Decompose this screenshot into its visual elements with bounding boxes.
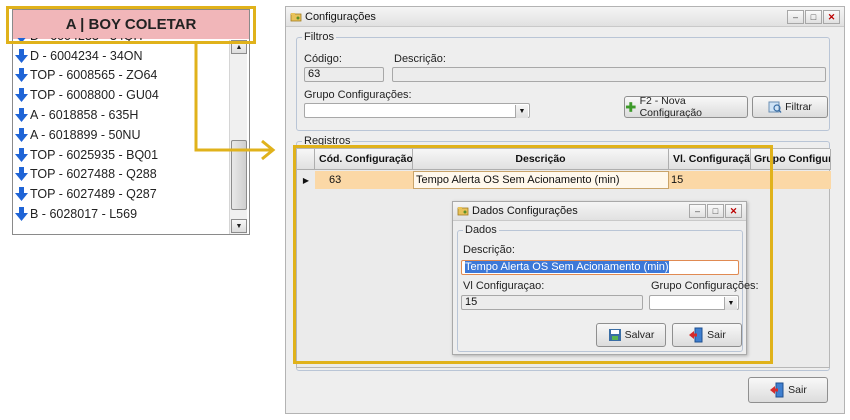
scroll-thumb[interactable] <box>231 140 247 210</box>
description-label: Descrição: <box>394 53 446 65</box>
exit-button[interactable]: Sair <box>748 377 828 403</box>
list-item[interactable]: B - 6028017 - L569 <box>15 204 229 224</box>
title-highlight-box <box>6 6 256 44</box>
down-arrow-icon <box>15 48 28 63</box>
new-config-button[interactable]: F2 - Nova Configuração <box>624 95 748 119</box>
list-item[interactable]: A - 6018858 - 635H <box>15 105 229 125</box>
records-highlight-box <box>293 145 773 364</box>
list-item[interactable]: D - 6004234 - 34ON <box>15 46 229 66</box>
window-titlebar: Configurações – □ ✕ <box>286 7 844 27</box>
filter-icon <box>768 101 782 113</box>
filters-legend: Filtros <box>304 31 334 43</box>
scroll-down-button[interactable]: ▼ <box>231 219 247 233</box>
add-icon <box>625 102 636 112</box>
list-item[interactable]: TOP - 6027488 - Q288 <box>15 165 229 185</box>
new-config-label: F2 - Nova Configuração <box>639 95 703 119</box>
chevron-down-icon[interactable]: ▼ <box>515 105 528 118</box>
list-item-label: A - 6018899 - 50NU <box>30 127 141 142</box>
code-label: Código: <box>304 53 342 65</box>
list-item[interactable]: TOP - 6008565 - ZO64 <box>15 66 229 86</box>
down-arrow-icon <box>15 207 28 222</box>
list-item-label: TOP - 6008800 - GU04 <box>30 88 159 103</box>
group-config-label: Grupo Configurações: <box>304 89 412 101</box>
close-button[interactable]: ✕ <box>823 10 840 24</box>
list-item-label: TOP - 6008565 - ZO64 <box>30 68 158 83</box>
down-arrow-icon <box>15 167 28 182</box>
list-item-label: TOP - 6025935 - BQ01 <box>30 147 159 162</box>
exit-label: Sair <box>788 384 807 396</box>
list-item[interactable]: TOP - 6008800 - GU04 <box>15 85 229 105</box>
list-item[interactable]: A - 6018899 - 50NU <box>15 125 229 145</box>
list-item[interactable]: TOP - 6027489 - Q287 <box>15 184 229 204</box>
filter-button[interactable]: Filtrar <box>752 96 828 118</box>
route-list: D - 6004233 - 34QHD - 6004234 - 34ONTOP … <box>15 38 229 234</box>
list-item-label: D - 6004234 - 34ON <box>30 48 143 63</box>
window-title: Configurações <box>305 10 376 23</box>
route-list-scrollbar[interactable]: ▲ ▼ <box>229 40 247 234</box>
down-arrow-icon <box>15 127 28 142</box>
down-arrow-icon <box>15 88 28 103</box>
group-config-select[interactable]: ▼ <box>304 103 530 118</box>
filter-label: Filtrar <box>785 101 812 113</box>
down-arrow-icon <box>15 68 28 83</box>
down-arrow-icon <box>15 108 28 123</box>
list-item[interactable]: TOP - 6025935 - BQ01 <box>15 145 229 165</box>
list-item-label: A - 6018858 - 635H <box>30 108 139 123</box>
down-arrow-icon <box>15 147 28 162</box>
list-item-label: TOP - 6027488 - Q288 <box>30 167 157 182</box>
folder-key-icon <box>290 12 302 21</box>
minimize-button[interactable]: – <box>787 10 804 24</box>
down-arrow-icon <box>15 187 28 202</box>
maximize-button[interactable]: □ <box>805 10 822 24</box>
code-field[interactable]: 63 <box>304 67 384 82</box>
list-item-label: B - 6028017 - L569 <box>30 207 138 222</box>
list-item-label: TOP - 6027489 - Q287 <box>30 187 157 202</box>
exit-door-icon <box>770 382 784 398</box>
description-field[interactable] <box>392 67 826 82</box>
